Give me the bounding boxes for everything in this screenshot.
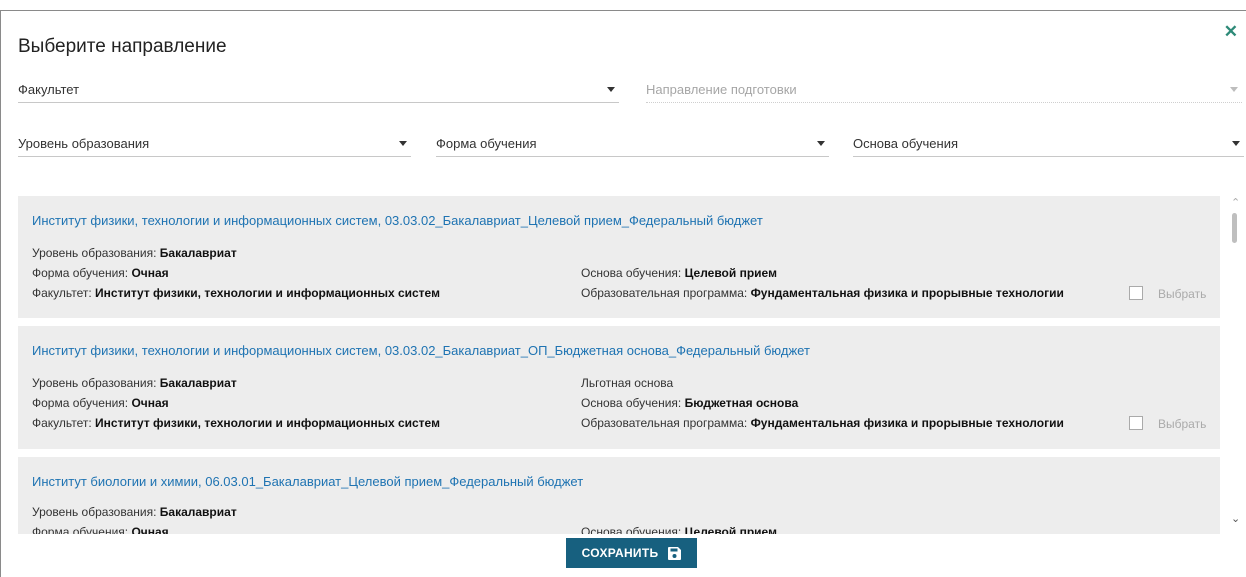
- list-item: Институт физики, технологии и информацио…: [18, 326, 1220, 449]
- basis-field: Основа обучения: Целевой прием: [581, 266, 777, 280]
- direction-list: Институт физики, технологии и информацио…: [18, 196, 1220, 534]
- chevron-up-icon[interactable]: ⌃: [1231, 196, 1240, 209]
- basis-field: Основа обучения: Бюджетная основа: [581, 396, 799, 410]
- dialog-title: Выберите направление: [18, 36, 227, 57]
- form-field: Форма обучения: Очная: [32, 525, 169, 534]
- basis-select-label: Основа обучения: [853, 136, 958, 151]
- level-select-label: Уровень образования: [18, 136, 150, 151]
- basis-field: Основа обучения: Целевой прием: [581, 525, 777, 534]
- direction-title-link[interactable]: Институт биологии и химии, 06.03.01_Бака…: [32, 474, 583, 489]
- divider: [18, 318, 1220, 326]
- select-checkbox[interactable]: [1129, 416, 1143, 430]
- program-field: Образовательная программа: Фундаментальн…: [581, 416, 1064, 430]
- save-button[interactable]: СОХРАНИТЬ: [566, 538, 697, 568]
- select-checkbox[interactable]: [1129, 286, 1143, 300]
- floppy-disk-icon: [668, 546, 682, 560]
- save-button-label: СОХРАНИТЬ: [581, 546, 659, 560]
- faculty-field: Факультет: Институт физики, технологии и…: [32, 286, 440, 300]
- form-field: Форма обучения: Очная: [32, 396, 169, 410]
- level-field: Уровень образования: Бакалавриат: [32, 505, 237, 519]
- form-select[interactable]: Форма обучения: [436, 131, 829, 157]
- direction-select[interactable]: Направление подготовки: [646, 77, 1242, 103]
- program-field: Образовательная программа: Фундаментальн…: [581, 286, 1064, 300]
- chevron-down-icon: [817, 141, 825, 146]
- basis-select[interactable]: Основа обучения: [853, 131, 1244, 157]
- chevron-down-icon: [607, 87, 615, 92]
- select-label: Выбрать: [1158, 287, 1207, 301]
- list-item: Институт биологии и химии, 06.03.01_Бака…: [18, 457, 1220, 534]
- chevron-down-icon: [1232, 141, 1240, 146]
- level-field: Уровень образования: Бакалавриат: [32, 246, 237, 260]
- chevron-down-icon: [399, 141, 407, 146]
- faculty-field: Факультет: Институт физики, технологии и…: [32, 416, 440, 430]
- level-select[interactable]: Уровень образования: [18, 131, 411, 157]
- faculty-select-label: Факультет: [18, 82, 80, 97]
- list-item: Институт физики, технологии и информацио…: [18, 196, 1220, 318]
- level-field: Уровень образования: Бакалавриат: [32, 376, 237, 390]
- extra-basis-field: Льготная основа: [581, 376, 674, 390]
- form-field: Форма обучения: Очная: [32, 266, 169, 280]
- chevron-down-icon[interactable]: ⌄: [1231, 512, 1240, 525]
- list-scrollbar[interactable]: ⌃ ⌄: [1228, 196, 1242, 534]
- scrollbar-thumb[interactable]: [1232, 213, 1237, 243]
- direction-select-label: Направление подготовки: [646, 82, 797, 97]
- close-icon[interactable]: ✕: [1224, 22, 1238, 42]
- direction-title-link[interactable]: Институт физики, технологии и информацио…: [32, 213, 763, 228]
- direction-title-link[interactable]: Институт физики, технологии и информацио…: [32, 343, 810, 358]
- select-label: Выбрать: [1158, 417, 1207, 431]
- chevron-down-icon: [1230, 87, 1238, 92]
- divider: [18, 449, 1220, 457]
- form-select-label: Форма обучения: [436, 136, 537, 151]
- faculty-select[interactable]: Факультет: [18, 77, 619, 103]
